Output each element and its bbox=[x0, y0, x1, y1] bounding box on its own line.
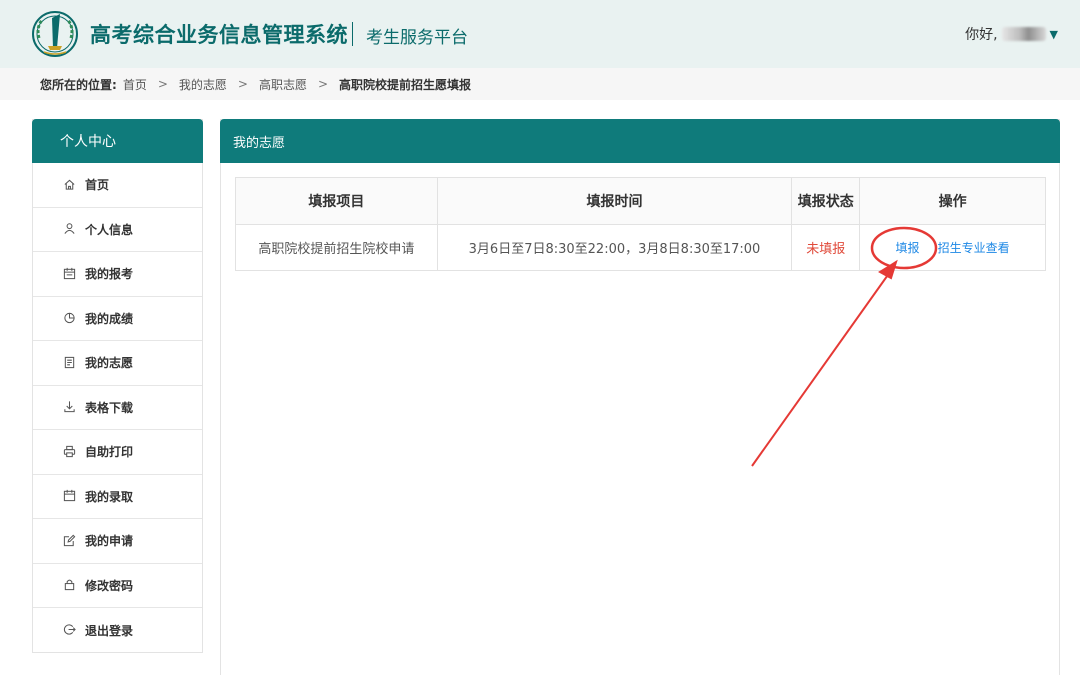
cell-time: 3月6日至7日8:30至22:00，3月8日8:30至17:00 bbox=[436, 224, 793, 271]
sidebar-item-logout[interactable]: 退出登录 bbox=[33, 608, 202, 653]
sidebar-item-label: 我的志愿 bbox=[85, 356, 134, 371]
cell-actions: 填报 招生专业查看 bbox=[859, 224, 1046, 271]
column-header-time: 填报时间 bbox=[436, 177, 793, 225]
sidebar-item-label: 我的录取 bbox=[85, 489, 134, 504]
main-panel: 我的志愿 填报项目 填报时间 填报状态 操作 高职院校提前招生院校申请 3月6日… bbox=[220, 119, 1060, 675]
panel-title: 我的志愿 bbox=[220, 119, 1060, 163]
sidebar-item-label: 首页 bbox=[85, 178, 110, 193]
user-menu[interactable]: 你好, ▼ bbox=[965, 24, 1058, 44]
sidebar-item-my-scores[interactable]: 我的成绩 bbox=[33, 297, 202, 341]
view-majors-link[interactable]: 招生专业查看 bbox=[938, 241, 1010, 255]
logo-emblem-icon bbox=[30, 8, 80, 60]
preferences-table: 填报项目 填报时间 填报状态 操作 高职院校提前招生院校申请 3月6日至7日8:… bbox=[235, 177, 1046, 271]
sidebar-item-label: 退出登录 bbox=[85, 623, 134, 638]
sidebar-item-label: 我的报考 bbox=[85, 267, 134, 282]
sidebar-item-my-registration[interactable]: 我的报考 bbox=[33, 252, 202, 297]
status-badge: 未填报 bbox=[791, 224, 861, 271]
pie-chart-icon bbox=[63, 311, 77, 325]
document-icon bbox=[63, 356, 77, 370]
site-title: 高考综合业务信息管理系统 bbox=[90, 23, 348, 47]
cell-project: 高职院校提前招生院校申请 bbox=[235, 224, 438, 271]
sidebar-item-label: 表格下载 bbox=[85, 400, 134, 415]
sidebar-item-label: 自助打印 bbox=[85, 445, 134, 460]
sidebar-item-my-admission[interactable]: 我的录取 bbox=[33, 475, 202, 519]
user-name-redacted bbox=[1001, 27, 1046, 41]
site-subtitle: 考生服务平台 bbox=[366, 28, 468, 48]
top-header: 高考综合业务信息管理系统 考生服务平台 你好, ▼ bbox=[0, 0, 1080, 68]
user-greeting: 你好, bbox=[965, 27, 998, 43]
breadcrumb-home[interactable]: 首页 bbox=[123, 76, 147, 93]
sidebar-item-form-download[interactable]: 表格下载 bbox=[33, 386, 202, 430]
sidebar-title: 个人中心 bbox=[32, 119, 203, 163]
table-row: 高职院校提前招生院校申请 3月6日至7日8:30至22:00，3月8日8:30至… bbox=[235, 224, 1046, 271]
sidebar-item-my-applications[interactable]: 我的申请 bbox=[33, 519, 202, 564]
edit-icon bbox=[63, 534, 77, 548]
column-header-project: 填报项目 bbox=[235, 177, 438, 225]
breadcrumb-separator: > bbox=[157, 77, 168, 91]
breadcrumb-separator: > bbox=[237, 77, 248, 91]
breadcrumb: 您所在的位置: 首页 > 我的志愿 > 高职志愿 > 高职院校提前招生愿填报 bbox=[0, 68, 1080, 100]
column-header-actions: 操作 bbox=[859, 177, 1046, 225]
title-divider bbox=[352, 22, 353, 46]
fill-in-link[interactable]: 填报 bbox=[896, 241, 920, 255]
sidebar: 个人中心 首页 个人信息 我的报考 我的成绩 我的志愿 表格下载 自助打印 我的… bbox=[32, 119, 203, 653]
calendar-check-icon bbox=[63, 489, 77, 503]
column-header-status: 填报状态 bbox=[791, 177, 861, 225]
breadcrumb-separator: > bbox=[317, 77, 329, 91]
home-icon bbox=[63, 178, 77, 192]
breadcrumb-label: 您所在的位置: bbox=[40, 77, 117, 92]
sidebar-item-label: 我的申请 bbox=[85, 534, 134, 549]
logout-icon bbox=[63, 623, 77, 637]
table-header-row: 填报项目 填报时间 填报状态 操作 bbox=[235, 177, 1046, 225]
sidebar-item-label: 修改密码 bbox=[85, 578, 134, 593]
breadcrumb-current: 高职院校提前招生愿填报 bbox=[339, 77, 472, 92]
sidebar-item-personal-info[interactable]: 个人信息 bbox=[33, 208, 202, 252]
lock-icon bbox=[63, 578, 77, 592]
user-icon bbox=[63, 222, 77, 236]
breadcrumb-my-preferences[interactable]: 我的志愿 bbox=[179, 76, 227, 93]
download-icon bbox=[63, 400, 77, 414]
sidebar-item-label: 我的成绩 bbox=[85, 311, 134, 326]
caret-down-icon[interactable]: ▼ bbox=[1050, 28, 1058, 41]
sidebar-item-home[interactable]: 首页 bbox=[33, 163, 202, 208]
calendar-icon bbox=[63, 267, 77, 281]
sidebar-item-self-print[interactable]: 自助打印 bbox=[33, 430, 202, 475]
sidebar-item-my-preferences[interactable]: 我的志愿 bbox=[33, 341, 202, 386]
sidebar-item-label: 个人信息 bbox=[85, 222, 134, 237]
printer-icon bbox=[63, 445, 77, 459]
sidebar-item-change-password[interactable]: 修改密码 bbox=[33, 564, 202, 608]
breadcrumb-vocational-preferences[interactable]: 高职志愿 bbox=[259, 76, 307, 93]
